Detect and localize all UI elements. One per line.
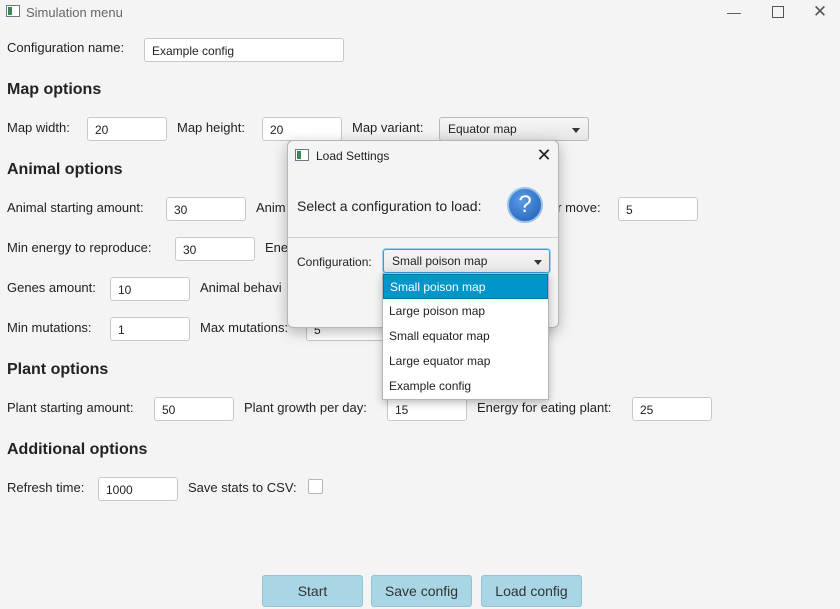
dialog-separator (288, 237, 558, 238)
map-variant-value: Equator map (448, 122, 517, 136)
dialog-title: Load Settings (316, 149, 390, 163)
min-energy-reproduce-input[interactable]: 30 (175, 237, 255, 261)
additional-options-heading: Additional options (7, 441, 148, 458)
chevron-down-icon (572, 128, 580, 133)
genes-amount-input[interactable]: 10 (110, 277, 190, 301)
refresh-time-input[interactable]: 1000 (98, 477, 178, 501)
save-config-button[interactable]: Save config (371, 575, 472, 607)
configuration-select[interactable]: Small poison map (383, 249, 550, 273)
question-icon: ? (507, 187, 543, 223)
save-csv-label: Save stats to CSV: (188, 480, 297, 495)
map-options-heading: Map options (7, 81, 102, 98)
dialog-app-icon (295, 149, 309, 161)
dropdown-option[interactable]: Large poison map (383, 299, 548, 324)
config-name-input[interactable]: Example config (144, 38, 344, 62)
start-button[interactable]: Start (262, 575, 363, 607)
genes-amount-label: Genes amount: (7, 280, 96, 295)
title-bar: Simulation menu — ✕ (0, 0, 840, 26)
save-csv-checkbox[interactable] (308, 479, 323, 494)
animal-start-input[interactable]: 30 (166, 197, 246, 221)
dropdown-option[interactable]: Small poison map (383, 274, 548, 299)
dialog-prompt: Select a configuration to load: (297, 198, 482, 214)
close-icon[interactable]: ✕ (800, 0, 840, 24)
refresh-time-label: Refresh time: (7, 480, 85, 495)
dropdown-option[interactable]: Large equator map (383, 349, 548, 374)
plant-options-heading: Plant options (7, 361, 109, 378)
map-width-label: Map width: (7, 120, 70, 135)
load-config-button[interactable]: Load config (481, 575, 582, 607)
plant-growth-label: Plant growth per day: (244, 400, 367, 415)
maximize-icon[interactable] (758, 0, 798, 24)
app-icon (6, 5, 20, 17)
map-variant-label: Map variant: (352, 120, 424, 135)
dropdown-option[interactable]: Small equator map (383, 324, 548, 349)
configuration-select-value: Small poison map (392, 254, 488, 268)
plant-start-input[interactable]: 50 (154, 397, 234, 421)
animal-options-heading: Animal options (7, 161, 123, 178)
map-height-input[interactable]: 20 (262, 117, 342, 141)
map-variant-select[interactable]: Equator map (439, 117, 589, 141)
min-mutations-input[interactable]: 1 (110, 317, 190, 341)
animal-field-label-partial: Anim (256, 200, 286, 215)
energy-field-label-partial: Ene (265, 240, 289, 255)
configuration-label: Configuration: (297, 255, 372, 269)
dialog-close-icon[interactable]: ✕ (532, 144, 556, 166)
minimize-icon[interactable]: — (714, 0, 754, 24)
dropdown-option[interactable]: Example config (383, 374, 548, 399)
min-mutations-label: Min mutations: (7, 320, 92, 335)
window-title: Simulation menu (26, 5, 123, 20)
map-height-label: Map height: (177, 120, 245, 135)
chevron-down-icon (534, 260, 542, 265)
config-name-label: Configuration name: (7, 40, 125, 55)
min-energy-reproduce-label: Min energy to reproduce: (7, 240, 152, 255)
animal-behavior-label: Animal behavi (200, 280, 282, 295)
map-width-input[interactable]: 20 (87, 117, 167, 141)
configuration-dropdown-list: Small poison map Large poison map Small … (382, 273, 549, 400)
max-mutations-label: Max mutations: (200, 320, 289, 335)
plant-growth-input[interactable]: 15 (387, 397, 467, 421)
plant-energy-input[interactable]: 25 (632, 397, 712, 421)
energy-per-move-input[interactable]: 5 (618, 197, 698, 221)
plant-start-label: Plant starting amount: (7, 400, 134, 415)
animal-start-label: Animal starting amount: (7, 200, 144, 215)
plant-energy-label: Energy for eating plant: (477, 400, 612, 415)
